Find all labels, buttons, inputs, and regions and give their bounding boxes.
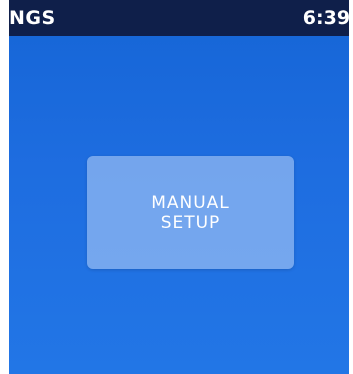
manual-setup-button[interactable]: MANUAL SETUP bbox=[87, 156, 294, 269]
status-bar: NGS 6:39/ bbox=[9, 0, 349, 36]
manual-setup-label-line1: MANUAL bbox=[151, 192, 230, 213]
screen-title: NGS bbox=[9, 7, 56, 29]
clock: 6:39/ bbox=[302, 7, 349, 29]
device-screen: NGS 6:39/ MANUAL SETUP bbox=[9, 0, 349, 374]
manual-setup-label-line2: SETUP bbox=[160, 212, 221, 233]
